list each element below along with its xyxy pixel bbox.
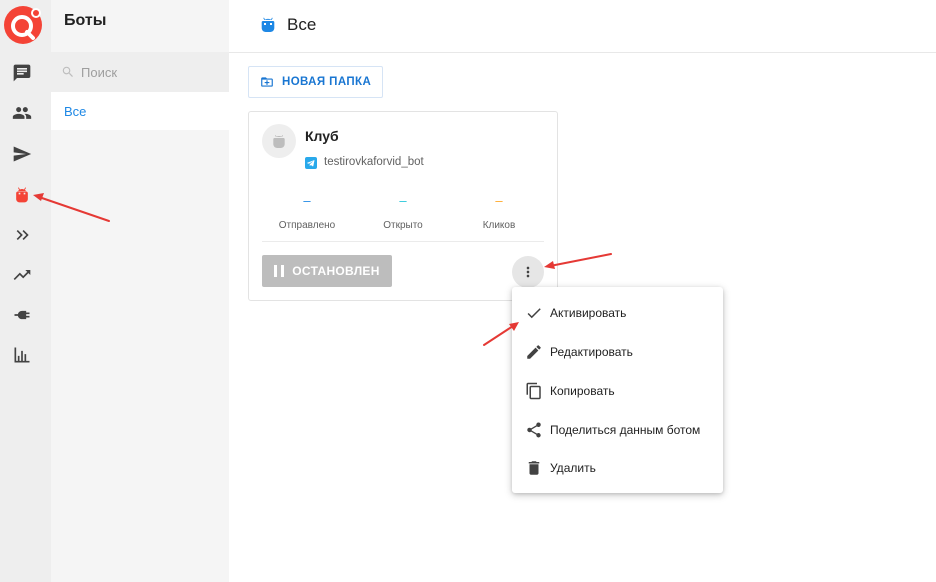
bot-name: Клуб xyxy=(305,128,339,144)
more-vert-icon xyxy=(526,266,530,278)
card-divider xyxy=(262,241,544,242)
bot-username: testirovkaforvid_bot xyxy=(324,156,424,168)
menu-item-label: Активировать xyxy=(550,305,627,320)
status-label: ОСТАНОВЛЕН xyxy=(292,264,380,278)
more-options-button[interactable] xyxy=(512,256,544,288)
app-logo-icon[interactable] xyxy=(3,5,43,45)
bar-chart-icon[interactable] xyxy=(12,345,32,365)
menu-item-label: Редактировать xyxy=(550,344,633,359)
people-icon[interactable] xyxy=(12,103,32,123)
send-icon[interactable] xyxy=(12,144,32,164)
stat-opened-value: – xyxy=(399,193,407,208)
chat-icon[interactable] xyxy=(12,63,32,83)
new-folder-label: НОВАЯ ПАПКА xyxy=(282,76,372,88)
menu-item-share[interactable]: Поделиться данным ботом xyxy=(512,410,723,449)
telegram-icon xyxy=(305,157,317,169)
menu-item-label: Поделиться данным ботом xyxy=(550,422,701,437)
stat-sent: – Отправлено xyxy=(257,193,357,232)
trash-icon xyxy=(528,460,540,475)
menu-item-copy[interactable]: Копировать xyxy=(512,371,723,410)
bot-avatar-icon xyxy=(273,135,285,148)
stat-clicks-label: Кликов xyxy=(482,220,516,231)
panel-title: Боты xyxy=(64,12,107,29)
bots-panel: Боты Все xyxy=(51,0,229,582)
folder-label: Все xyxy=(64,103,87,119)
bot-icon[interactable] xyxy=(12,184,32,204)
bot-card[interactable]: Клуб testirovkaforvid_bot – Отправлено –… xyxy=(248,111,558,301)
page-header: Все xyxy=(229,0,936,53)
stat-sent-label: Отправлено xyxy=(278,220,336,231)
share-icon xyxy=(527,421,541,437)
menu-item-label: Копировать xyxy=(550,383,615,398)
status-stopped-button[interactable]: ОСТАНОВЛЕН xyxy=(262,255,392,287)
folder-add-icon xyxy=(261,77,273,87)
stat-opened-label: Открыто xyxy=(383,220,423,231)
stat-opened: – Открыто xyxy=(353,193,453,232)
forward-icon[interactable] xyxy=(12,225,32,245)
page-title: Все xyxy=(287,15,317,34)
copy-icon xyxy=(526,382,541,399)
menu-item-activate[interactable]: Активировать xyxy=(512,293,723,332)
menu-item-edit[interactable]: Редактировать xyxy=(512,332,723,371)
bot-avatar xyxy=(262,124,296,158)
stat-clicks-value: – xyxy=(495,193,503,208)
stat-clicks: – Кликов xyxy=(449,193,549,232)
pause-icon xyxy=(274,265,285,277)
stat-sent-value: – xyxy=(303,193,311,208)
menu-item-label: Удалить xyxy=(550,460,596,475)
plug-icon[interactable] xyxy=(12,305,32,325)
search-icon xyxy=(62,66,73,77)
trending-icon[interactable] xyxy=(12,265,32,285)
folder-item-all[interactable]: Все xyxy=(51,92,229,130)
pencil-icon xyxy=(527,344,541,359)
new-folder-button[interactable]: НОВАЯ ПАПКА xyxy=(248,66,384,98)
context-menu: Активировать Редактировать Копировать По… xyxy=(512,287,723,493)
bot-icon xyxy=(261,17,275,32)
menu-item-delete[interactable]: Удалить xyxy=(512,448,723,487)
check-icon xyxy=(527,307,541,318)
icon-rail xyxy=(0,0,51,582)
search-box[interactable] xyxy=(51,52,229,92)
search-input[interactable] xyxy=(79,63,223,81)
